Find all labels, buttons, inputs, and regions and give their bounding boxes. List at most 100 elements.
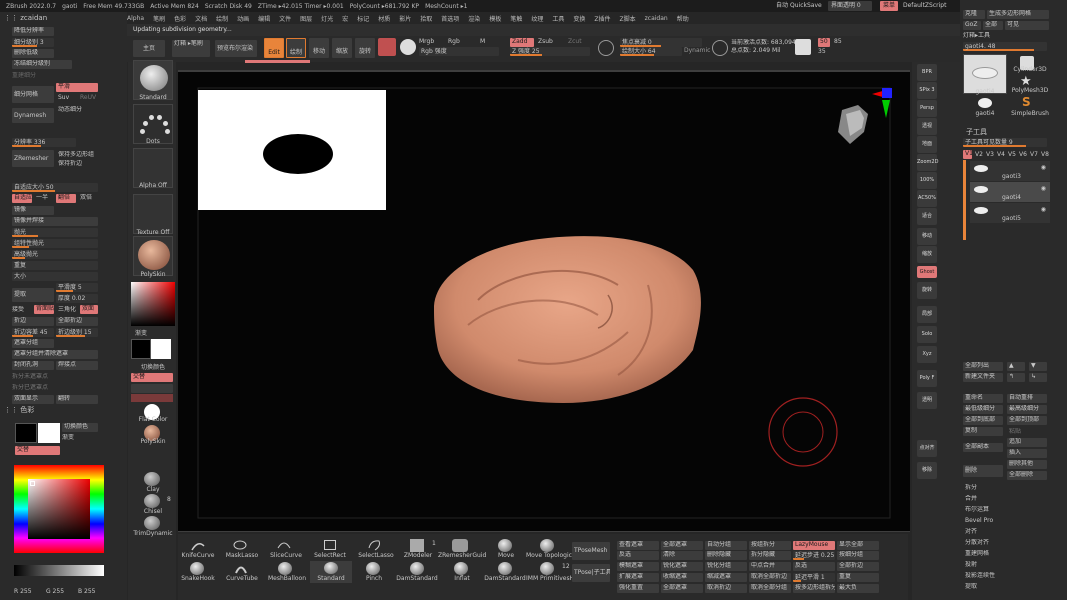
crease-level-slider[interactable]: 折边级别 15 (56, 328, 98, 337)
gradient-toggle[interactable]: 渐变 (62, 434, 74, 442)
crease-button[interactable]: 折边 (12, 317, 54, 326)
lightbox-tools-button[interactable]: 灯箱▸工具 (963, 32, 990, 40)
dynamesh-button[interactable]: Dynamesh (12, 108, 54, 123)
menu-item[interactable]: 宏 (342, 14, 348, 23)
rgb-button[interactable]: Rgb (448, 38, 460, 46)
repeat-slider[interactable]: 重复 (12, 261, 98, 270)
merge-menu[interactable]: 合并 (965, 495, 977, 503)
simplebrush-icon[interactable]: S (1022, 95, 1031, 109)
pinch-icon[interactable] (366, 562, 380, 575)
default-zscript-button[interactable]: DefaultZScript (900, 1, 949, 11)
half-size-button[interactable]: AC50% (917, 190, 937, 207)
grayscale-slider[interactable] (14, 565, 104, 576)
all-high-button[interactable]: 全部到顶部 (1007, 416, 1047, 425)
eye-icon[interactable]: ◉ (1041, 164, 1046, 171)
suv-toggle[interactable]: Suv (58, 94, 69, 102)
menu-item[interactable]: 灯光 (321, 14, 333, 23)
uncrease-button[interactable]: 取消折边 (705, 584, 747, 593)
ungroup-all-button[interactable]: 取消全部分组 (749, 584, 791, 593)
imm-primitives-icon[interactable] (540, 562, 554, 575)
snakehook-icon[interactable] (190, 562, 204, 575)
move-view-button[interactable]: 移动 (917, 228, 937, 245)
pinch-label[interactable]: Pinch (354, 575, 394, 582)
reduce-mask-button[interactable]: 缩减遮罩 (705, 573, 747, 582)
lowest-subdiv-button[interactable]: 最低级细分 (963, 405, 1003, 414)
b-value[interactable]: B 255 (78, 588, 95, 596)
close-holes-button[interactable]: 封闭孔洞 (12, 361, 54, 370)
goz-button[interactable]: GoZ (963, 21, 981, 30)
subtool-row-gaoti3[interactable]: ◉ gaoti3 (970, 161, 1050, 181)
resolution-slider[interactable]: 分辨率 336 (12, 138, 76, 147)
menu-item[interactable]: zcaidan (645, 15, 668, 22)
meshballoon-label[interactable]: MeshBalloon (266, 575, 308, 582)
polyf-button[interactable]: Poly F (917, 370, 937, 387)
lightbox-button[interactable]: 灯箱 ▸笔刷 (172, 40, 210, 57)
move-button[interactable]: 移动 (309, 38, 329, 58)
crease-tolerance-slider[interactable]: 折边容差 45 (12, 328, 54, 337)
inflat-label[interactable]: Inflat (442, 575, 482, 582)
g-value[interactable]: G 255 (46, 588, 64, 596)
subtool-visible-slider[interactable]: 子工具可见数量 9 (963, 138, 1047, 147)
extract-menu[interactable]: 提取 (965, 583, 977, 591)
zcut-button[interactable]: Zcut (568, 38, 582, 46)
delete-lower-button[interactable]: 删除低级 (12, 49, 54, 58)
imm-primitives-label[interactable]: IMM PrimitivesH (526, 575, 574, 582)
vtab-8[interactable]: V8 (1041, 151, 1049, 159)
focal-shift-slider[interactable]: 焦点衰减 0 (620, 38, 702, 47)
remesh-menu[interactable]: 重建网格 (965, 550, 989, 558)
split-menu[interactable]: 拆分 (965, 484, 977, 492)
max-negative-button[interactable]: 最大负 (837, 584, 879, 593)
menu-item[interactable]: Z插件 (594, 14, 610, 23)
lazy-smooth-slider[interactable]: 延迟平滑 1 (793, 573, 835, 582)
color-picker-cursor[interactable] (30, 481, 35, 486)
switch-color-button[interactable]: 切换颜色 (62, 423, 98, 432)
keep-groups-toggle[interactable]: 保持多边形组 (58, 151, 94, 159)
split-groups-button[interactable]: 按组拆分 (749, 541, 791, 550)
shrink-mask-button[interactable]: 收缩遮罩 (661, 573, 703, 582)
double-toggle[interactable]: 双倍 (80, 194, 92, 202)
texture-off-tile[interactable] (133, 194, 173, 234)
edit-button[interactable]: Edit (264, 38, 284, 58)
select-lasso-label[interactable]: SelectLasso (355, 552, 397, 559)
menu-item[interactable]: 拾取 (420, 14, 432, 23)
snap-button[interactable]: Solo (917, 326, 937, 343)
sharpen-reset-button[interactable]: 强化重置 (617, 584, 659, 593)
mini-color-picker[interactable] (131, 282, 175, 326)
menu-item[interactable]: 渲染 (468, 14, 480, 23)
zremesher-button[interactable]: ZRemesher (12, 150, 54, 167)
duplicate-all-button[interactable]: 全部副本 (963, 443, 1003, 452)
zadd-button[interactable]: Zadd (510, 38, 534, 47)
auto-reorder-button[interactable]: 自动重排 (1007, 394, 1047, 403)
delete-hidden-button[interactable]: 删除隐藏 (705, 551, 747, 560)
mrgb-button[interactable]: Mrgb (419, 38, 434, 46)
primary-color-swatch[interactable] (15, 423, 37, 443)
saturation-value-box[interactable] (28, 479, 90, 539)
chisel-brush-icon[interactable] (144, 494, 160, 508)
mask-lasso-icon[interactable] (232, 538, 248, 552)
menu-item[interactable]: 影片 (399, 14, 411, 23)
vtab-3[interactable]: V3 (986, 151, 994, 159)
select-rect-label[interactable]: SelectRect (310, 552, 350, 559)
preview-bool-button[interactable]: 预览布尔渲染 (215, 40, 257, 57)
adaptive-size-slider[interactable]: 自适应大小 50 (12, 183, 98, 192)
split-masked-button[interactable]: 拆分已遮罩点 (12, 384, 48, 392)
delete-other-button[interactable]: 删除其他 (1007, 460, 1047, 469)
keep-creases-toggle[interactable]: 保持折边 (58, 160, 82, 168)
view-mask-button[interactable]: 查看遮罩 (617, 541, 659, 550)
viewport[interactable] (178, 70, 910, 531)
subtool-row-gaoti4[interactable]: ◉ gaoti4 (970, 182, 1050, 202)
solo-button[interactable]: 移除 (917, 462, 937, 479)
arrow-up-icon[interactable]: ▲ (1007, 362, 1025, 371)
eye-icon[interactable]: ◉ (1041, 185, 1046, 192)
delete-all-button[interactable]: 全部删除 (1007, 471, 1047, 480)
damstandard-label[interactable]: DamStandard (396, 575, 438, 582)
projection-shell-menu[interactable]: 投影连续性 (965, 572, 995, 580)
visible-button[interactable]: 可见 (1005, 21, 1049, 30)
mask-group-clear-button[interactable]: 遮罩分组并清除遮罩 (12, 350, 98, 359)
secondary-color-swatch[interactable] (38, 423, 60, 443)
frame-button[interactable]: 适合 (917, 208, 937, 225)
knife-curve-label[interactable]: KnifeCurve (178, 552, 218, 559)
backface-toggle[interactable]: 背面贴 (34, 305, 54, 314)
r-value[interactable]: R 255 (14, 588, 32, 596)
crease-all-2-button[interactable]: 全部折边 (837, 562, 879, 571)
